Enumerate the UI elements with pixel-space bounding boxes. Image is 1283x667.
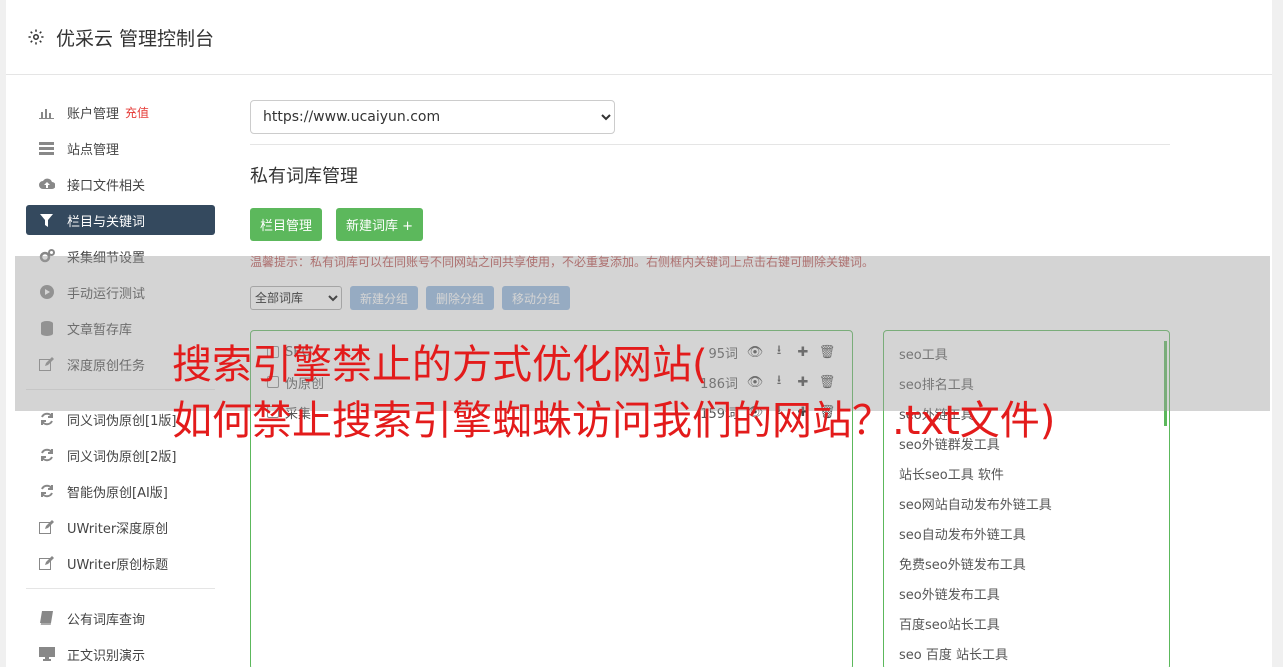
- sidebar-item-label: 同义词伪原创[2版]: [67, 449, 177, 465]
- book-icon: [38, 610, 55, 627]
- edit-icon: [38, 519, 55, 536]
- keyword-item[interactable]: 免费seo外链发布工具: [884, 551, 1169, 581]
- sidebar-item-label: 智能伪原创[AI版]: [67, 485, 168, 501]
- sidebar-item-uwriter-title[interactable]: UWriter原创标题: [26, 548, 215, 578]
- sidebar-item-text-recognition[interactable]: 正文识别演示: [26, 639, 215, 667]
- sidebar-item-columns-keywords[interactable]: 栏目与关键词: [26, 205, 215, 235]
- sidebar-item-sites[interactable]: 站点管理: [26, 133, 215, 163]
- column-manage-button[interactable]: 栏目管理: [250, 208, 323, 241]
- action-buttons: 栏目管理 新建词库 +: [250, 208, 1170, 241]
- sidebar-item-interface[interactable]: 接口文件相关: [26, 169, 215, 199]
- refresh-icon: [38, 483, 55, 500]
- server-icon: [38, 140, 55, 157]
- cloud-upload-icon: [38, 176, 55, 193]
- keyword-item[interactable]: seo自动发布外链工具: [884, 521, 1169, 551]
- keyword-item[interactable]: seo 百度 站长工具: [884, 641, 1169, 667]
- edit-icon: [38, 555, 55, 572]
- sidebar-item-ai-rewrite[interactable]: 智能伪原创[AI版]: [26, 476, 215, 506]
- site-select[interactable]: https://www.ucaiyun.com: [250, 100, 615, 134]
- article-headline: 搜索引擎禁止的方式优化网站( 如何禁止搜索引擎蜘蛛访问我们的网站？.txt文件): [172, 337, 1232, 449]
- recharge-link[interactable]: 充值: [125, 104, 149, 121]
- sidebar-item-label: 站点管理: [67, 142, 120, 158]
- divider: [250, 144, 1170, 145]
- sidebar-item-label: 栏目与关键词: [67, 214, 146, 230]
- sidebar-item-account[interactable]: 账户管理 充值: [26, 97, 215, 127]
- headline-line-1: 搜索引擎禁止的方式优化网站(: [172, 342, 708, 388]
- keyword-item[interactable]: 百度seo站长工具: [884, 611, 1169, 641]
- sidebar-item-public-lib[interactable]: 公有词库查询: [26, 603, 215, 633]
- bar-chart-icon: [38, 104, 55, 121]
- page-title: 私有词库管理: [250, 166, 358, 187]
- monitor-icon: [38, 646, 55, 663]
- sidebar-item-uwriter-deep[interactable]: UWriter深度原创: [26, 512, 215, 542]
- app-header: 优采云 管理控制台: [6, 0, 1272, 75]
- keyword-item[interactable]: seo外链发布工具: [884, 581, 1169, 611]
- sidebar-divider: [26, 588, 215, 589]
- sidebar-item-label: 同义词伪原创[1版]: [67, 413, 177, 429]
- gear-icon[interactable]: [26, 27, 46, 47]
- sidebar-item-label: UWriter深度原创: [67, 521, 169, 537]
- app-title: 优采云 管理控制台: [56, 27, 215, 50]
- sidebar-item-label: UWriter原创标题: [67, 557, 169, 573]
- filter-icon: [38, 212, 55, 229]
- refresh-icon: [38, 447, 55, 464]
- refresh-icon: [38, 411, 55, 428]
- headline-line-2: 如何禁止搜索引擎蜘蛛访问我们的网站？.txt文件): [172, 398, 1056, 444]
- new-library-button[interactable]: 新建词库 +: [336, 208, 424, 241]
- sidebar-item-label: 正文识别演示: [67, 648, 146, 664]
- sidebar-item-label: 账户管理: [67, 106, 120, 122]
- sidebar-item-label: 公有词库查询: [67, 612, 146, 628]
- keyword-item[interactable]: 站长seo工具 软件: [884, 461, 1169, 491]
- sidebar-item-label: 接口文件相关: [67, 178, 146, 194]
- keyword-item[interactable]: seo网站自动发布外链工具: [884, 491, 1169, 521]
